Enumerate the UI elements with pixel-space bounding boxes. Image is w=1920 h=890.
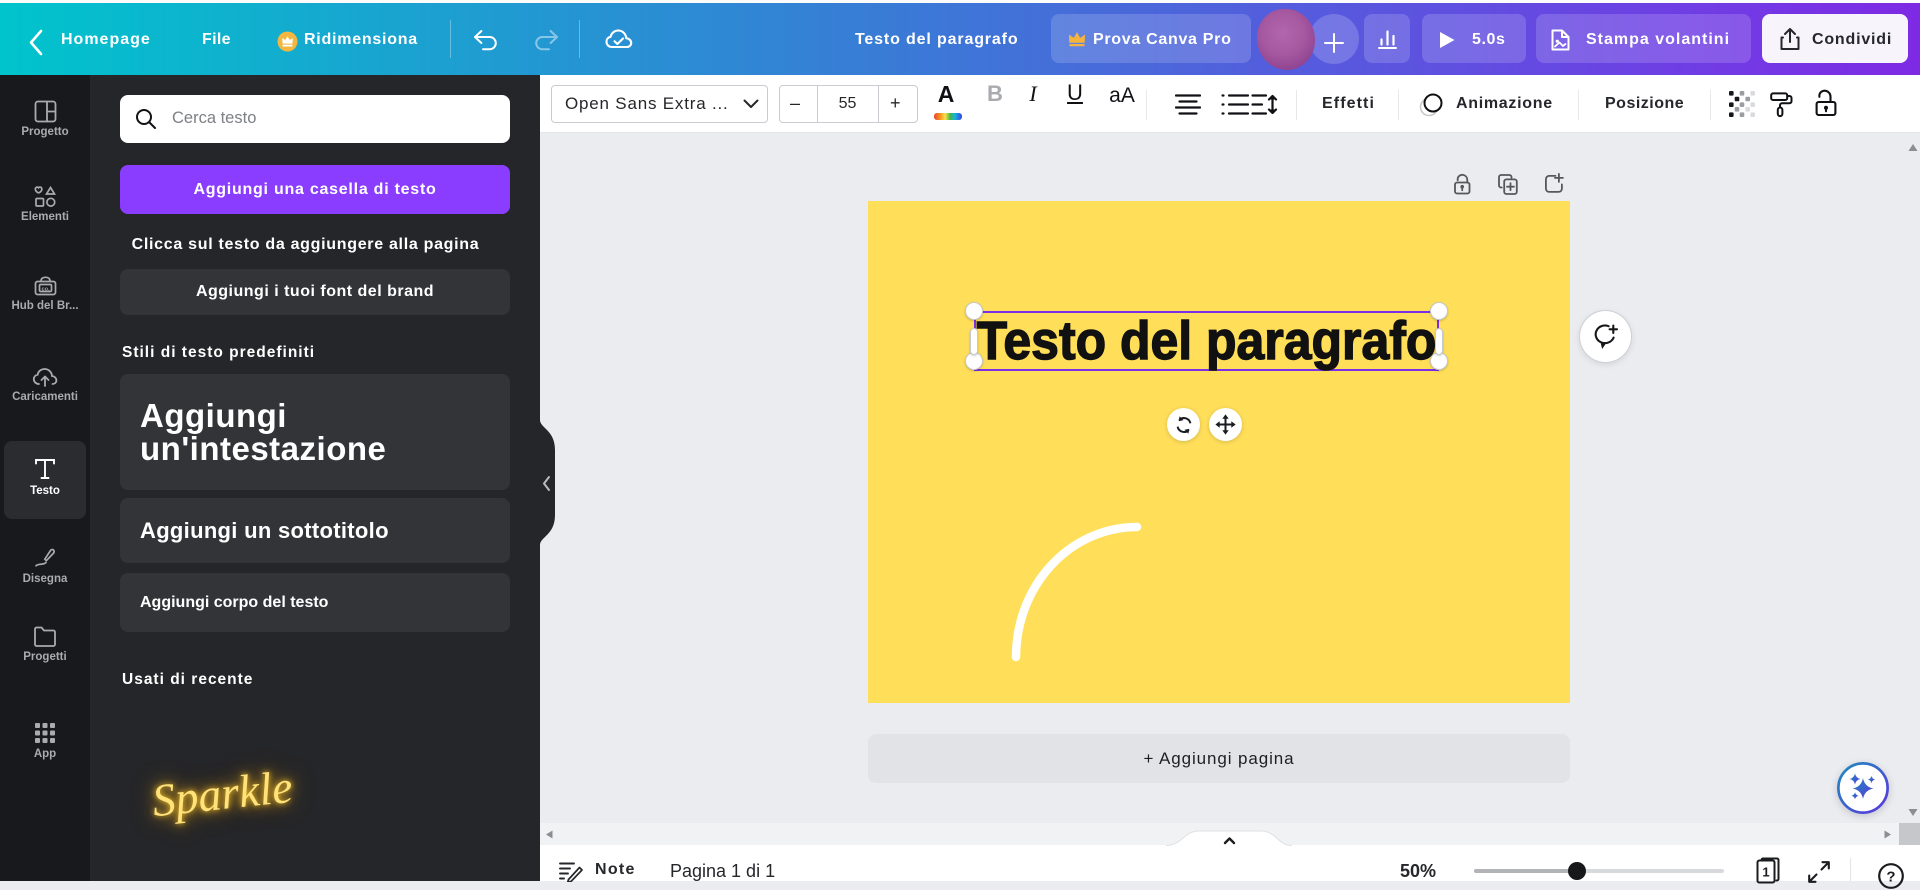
svg-text:?: ? — [1886, 869, 1895, 886]
svg-text:1: 1 — [1762, 865, 1769, 880]
svg-text:co.: co. — [41, 286, 50, 292]
